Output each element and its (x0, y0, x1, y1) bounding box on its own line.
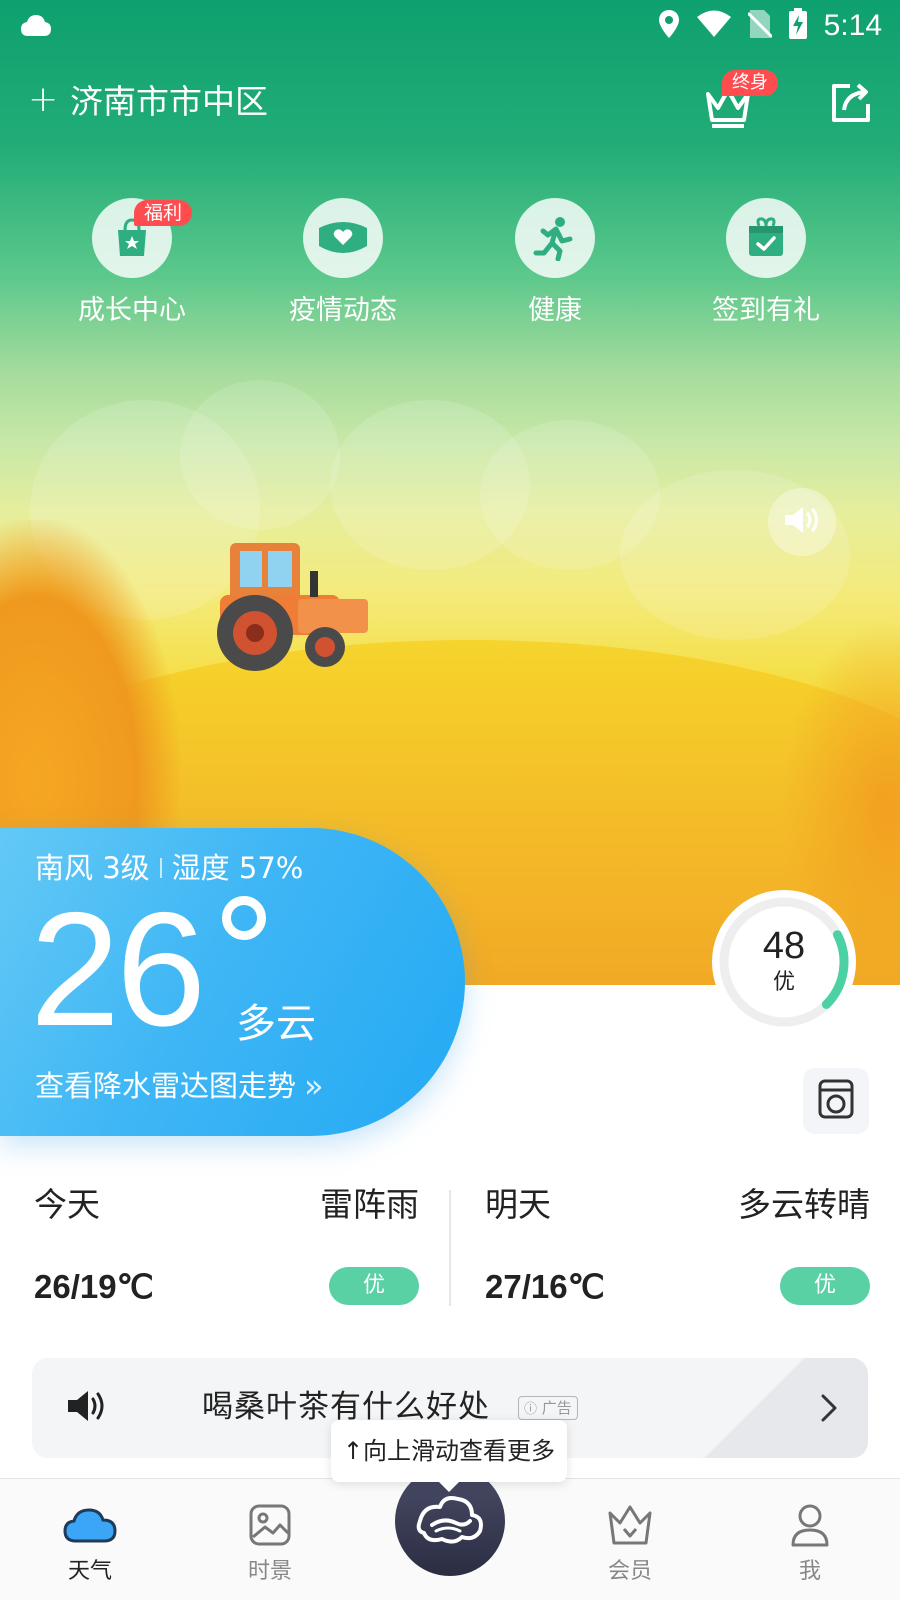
photo-icon (215, 1501, 325, 1549)
vip-crown-icon (575, 1501, 685, 1549)
nav-label: 天气 (67, 1559, 112, 1584)
forecast-condition: 多云转晴 (738, 1185, 870, 1224)
add-city-button[interactable]: + (28, 82, 58, 118)
location-icon (658, 9, 680, 43)
forecast-temp: 26/19℃ (34, 1268, 154, 1305)
forecast-divider (449, 1190, 451, 1306)
forecast-today[interactable]: 今天 雷阵雨 26/19℃ 优 (34, 1185, 419, 1315)
quick-entry-label: 成长中心 (78, 295, 186, 326)
quick-entry-epidemic[interactable]: 疫情动态 (243, 198, 443, 328)
share-icon[interactable] (828, 80, 874, 126)
ad-label-text: 广告 (541, 1399, 572, 1417)
mask-icon (303, 198, 383, 278)
quick-entry-growth-center[interactable]: 福利 成长中心 (32, 198, 232, 328)
radar-link-text: 查看降水雷达图走势 (35, 1069, 297, 1103)
divider (159, 858, 162, 878)
speaker-icon (783, 505, 821, 539)
forecast-condition: 雷阵雨 (320, 1185, 419, 1224)
quick-entry-label: 健康 (528, 295, 582, 326)
nav-item-scenery[interactable]: 时景 (215, 1501, 325, 1585)
weather-voice-button[interactable] (768, 488, 836, 556)
ad-label: ⓘ 广告 (518, 1396, 578, 1420)
nav-item-vip[interactable]: 会员 (575, 1501, 685, 1585)
forecast-tomorrow[interactable]: 明天 多云转晴 27/16℃ 优 (485, 1185, 870, 1315)
tractor-illustration (217, 543, 368, 671)
nav-item-weather[interactable]: 天气 (35, 1501, 145, 1585)
current-temperature: 26 (30, 879, 206, 1060)
quick-entry-label: 疫情动态 (289, 295, 397, 326)
status-time: 5:14 (823, 9, 882, 42)
runner-icon (515, 198, 595, 278)
forecast-day: 明天 (485, 1185, 551, 1224)
top-bar: + 济南市市中区 终身 (0, 64, 900, 144)
wifi-icon (696, 10, 732, 42)
status-bar: 5:14 (0, 0, 900, 52)
gift-calendar-icon (726, 198, 806, 278)
forecast-temp: 27/16℃ (485, 1268, 605, 1305)
current-condition: 多云 (236, 1001, 316, 1047)
nav-label: 我 (798, 1559, 821, 1584)
forecast-aqi-badge: 优 (780, 1267, 870, 1305)
radar-link[interactable]: 查看降水雷达图走势 » (35, 1068, 324, 1104)
aqi-level: 优 (772, 970, 795, 995)
ad-info-icon: ⓘ (524, 1402, 538, 1417)
user-icon (755, 1501, 865, 1549)
nav-label: 会员 (607, 1559, 652, 1584)
vip-lifetime-badge: 终身 (722, 70, 778, 96)
weather-camera-button[interactable] (803, 1068, 869, 1134)
nav-item-me[interactable]: 我 (755, 1501, 865, 1585)
forecast-aqi-badge: 优 (329, 1267, 419, 1305)
double-chevron-icon: » (304, 1067, 324, 1105)
current-weather-card[interactable]: 南风 3级 湿度 57% 26 多云 查看降水雷达图走势 » (0, 828, 465, 1136)
degree-symbol (222, 896, 266, 940)
aqi-value: 48 (762, 925, 806, 967)
city-name[interactable]: 济南市市中区 (70, 82, 268, 122)
chevron-right-icon (820, 1394, 838, 1426)
no-sim-icon (746, 9, 773, 43)
forecast-day: 今天 (34, 1185, 100, 1224)
swipe-up-hint: ↑向上滑动查看更多 (331, 1420, 567, 1492)
nav-label: 时景 (247, 1559, 292, 1584)
welfare-badge: 福利 (134, 200, 193, 226)
cloud-icon (20, 12, 52, 42)
banner-decoration (668, 1358, 868, 1458)
battery-charging-icon (788, 8, 808, 44)
quick-entry-checkin[interactable]: 签到有礼 (666, 198, 866, 328)
quick-entry-label: 签到有礼 (712, 295, 820, 326)
background-cloud (180, 380, 340, 530)
logo-icon (414, 1491, 486, 1551)
quick-entry-health[interactable]: 健康 (455, 198, 655, 328)
bag-icon: 福利 (92, 198, 193, 278)
aqi-indicator[interactable]: 48 优 (712, 890, 856, 1034)
weather-cloud-icon (35, 1501, 145, 1549)
camera-icon (818, 1079, 854, 1123)
speaker-icon (66, 1388, 108, 1428)
